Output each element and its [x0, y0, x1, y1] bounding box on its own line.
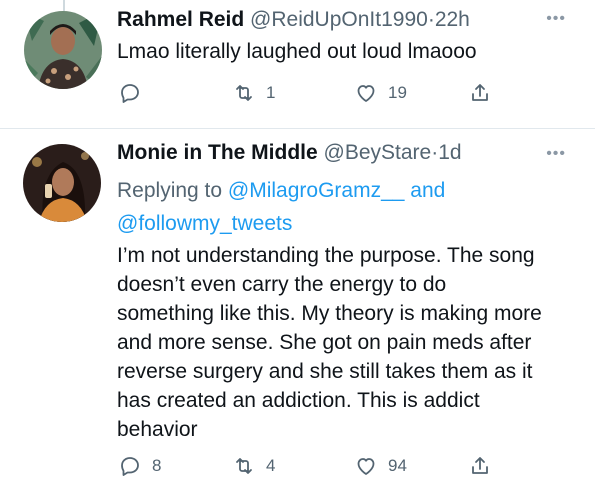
tweet-text: I’m not understanding the purpose. The s… — [117, 244, 542, 441]
retweet-count: 1 — [266, 83, 276, 102]
like-button[interactable]: 94 — [354, 454, 407, 478]
avatar-image — [24, 11, 102, 89]
retweet-button[interactable]: 4 — [232, 454, 275, 478]
tweet-header: Monie in The Middle @BeyStare·1d — [117, 141, 462, 165]
share-button[interactable] — [468, 81, 492, 105]
tweet-text: Lmao literally laughed out loud lmaooo — [117, 40, 477, 63]
reply-and-link[interactable]: and — [410, 179, 445, 202]
reply-mention-link[interactable]: @followmy_tweets — [117, 212, 292, 235]
heart-icon — [357, 85, 375, 102]
heart-icon — [357, 458, 375, 475]
reply-icon — [121, 84, 139, 103]
like-count: 94 — [388, 456, 407, 475]
display-name[interactable]: Monie in The Middle — [117, 141, 318, 164]
replying-to: Replying to @MilagroGramz__ and @followm… — [117, 174, 537, 240]
replying-to-label: Replying to — [117, 179, 223, 202]
action-bar: 1 19 — [0, 81, 595, 111]
retweet-icon — [236, 85, 252, 101]
retweet-button[interactable]: 1 — [232, 81, 275, 105]
reply-count: 8 — [152, 456, 162, 475]
action-bar: 8 4 94 — [0, 454, 595, 484]
more-icon[interactable]: ••• — [546, 145, 566, 163]
reply-button[interactable]: 8 — [118, 454, 161, 478]
timestamp[interactable]: 22h — [435, 8, 470, 31]
more-icon[interactable]: ••• — [546, 10, 566, 28]
tweet-header: Rahmel Reid @ReidUpOnIt1990·22h — [117, 8, 470, 32]
user-handle[interactable]: @BeyStare — [324, 141, 432, 164]
share-icon — [472, 84, 488, 101]
share-icon — [472, 457, 488, 474]
user-handle[interactable]: @ReidUpOnIt1990 — [250, 8, 428, 31]
reply-mention-link[interactable]: @MilagroGramz__ — [228, 179, 405, 202]
share-button[interactable] — [468, 454, 492, 478]
avatar[interactable] — [23, 144, 101, 222]
reply-button[interactable] — [118, 81, 152, 105]
avatar-image — [23, 144, 101, 222]
tweet[interactable]: Rahmel Reid @ReidUpOnIt1990·22h ••• Lmao… — [0, 0, 595, 128]
retweet-count: 4 — [266, 456, 276, 475]
avatar[interactable] — [24, 11, 102, 89]
retweet-icon — [236, 458, 252, 474]
display-name[interactable]: Rahmel Reid — [117, 8, 244, 31]
tweet[interactable]: Monie in The Middle @BeyStare·1d ••• Rep… — [0, 129, 595, 499]
separator: · — [427, 8, 435, 31]
reply-icon — [121, 457, 139, 476]
like-count: 19 — [388, 83, 407, 102]
like-button[interactable]: 19 — [354, 81, 407, 105]
timestamp[interactable]: 1d — [438, 141, 461, 164]
